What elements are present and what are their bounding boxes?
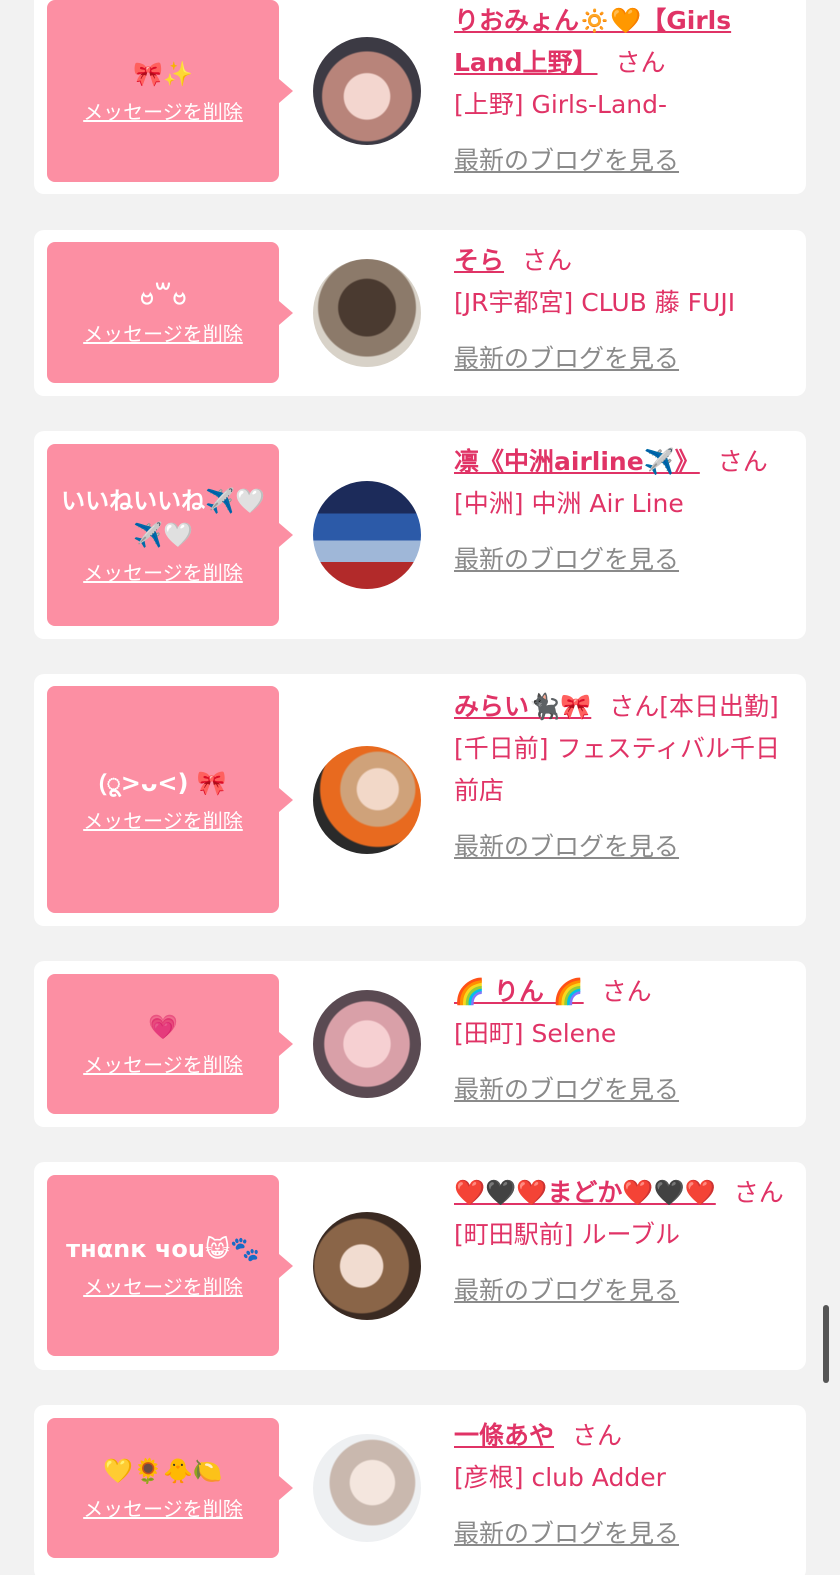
profile-info: みらい🐈‍⬛🎀 さん[本日出勤] [千日前] フェスティバル千日前店 最新のブログ… — [454, 686, 784, 868]
profile-info: 🌈 りん 🌈 さん [田町] Selene 最新のブログを見る — [454, 971, 784, 1111]
profile-info: 一條あや さん [彦根] club Adder 最新のブログを見る — [454, 1415, 784, 1555]
message-list: 🎀✨ メッセージを削除 りおみょん🔅🧡【Girls Land上野】 さん [上野]… — [0, 0, 840, 1575]
honorific: さん — [609, 692, 660, 721]
profile-name-link[interactable]: 凛《中洲airline✈️》 — [454, 447, 700, 476]
delete-message-link[interactable]: メッセージを削除 — [83, 808, 243, 834]
latest-blog-link[interactable]: 最新のブログを見る — [454, 140, 784, 182]
message-card: 💛🌻🐥🍋 メッセージを削除 一條あや さん [彦根] club Adder 最新の… — [34, 1405, 806, 1575]
message-card: тнαnк чou😸🐾 メッセージを削除 ❤️🖤❤️まどか❤️🖤❤️ さん [町田… — [34, 1162, 806, 1370]
delete-message-link[interactable]: メッセージを削除 — [83, 1052, 243, 1078]
honorific: さん — [601, 977, 652, 1006]
shop-label: [JR宇都宮] CLUB 藤 FUJI — [454, 288, 736, 317]
honorific: さん — [717, 447, 768, 476]
latest-blog-link[interactable]: 最新のブログを見る — [454, 1513, 784, 1555]
message-bubble: (ू>ᴗ<) 🎀 メッセージを削除 — [47, 686, 293, 913]
profile-name-link[interactable]: みらい🐈‍⬛🎀 — [454, 692, 591, 721]
latest-blog-link[interactable]: 最新のブログを見る — [454, 1270, 784, 1312]
shop-label: [田町] Selene — [454, 1019, 617, 1048]
honorific: さん — [615, 48, 666, 77]
message-text: いいねいいね✈️🤍✈️🤍 — [61, 487, 265, 549]
message-card: 🎀✨ メッセージを削除 りおみょん🔅🧡【Girls Land上野】 さん [上野]… — [34, 0, 806, 194]
latest-blog-link[interactable]: 最新のブログを見る — [454, 539, 784, 581]
message-card: 💗 メッセージを削除 🌈 りん 🌈 さん [田町] Selene 最新のブログを見… — [34, 961, 806, 1127]
message-bubble: 💛🌻🐥🍋 メッセージを削除 — [47, 1418, 293, 1558]
avatar[interactable] — [313, 481, 421, 589]
latest-blog-link[interactable]: 最新のブログを見る — [454, 338, 784, 380]
message-bubble: 🎀✨ メッセージを削除 — [47, 0, 293, 182]
profile-name-link[interactable]: 🌈 りん 🌈 — [454, 977, 584, 1006]
profile-info: りおみょん🔅🧡【Girls Land上野】 さん [上野] Girls-Land-… — [454, 0, 784, 182]
profile-info: そら さん [JR宇都宮] CLUB 藤 FUJI 最新のブログを見る — [454, 240, 784, 380]
avatar[interactable] — [313, 259, 421, 367]
status-suffix: [本日出勤] — [659, 692, 779, 721]
message-text: 🎀✨ — [133, 60, 193, 88]
shop-label: [上野] Girls-Land- — [454, 90, 668, 119]
shop-label: [中洲] 中洲 Air Line — [454, 489, 684, 518]
delete-message-link[interactable]: メッセージを削除 — [83, 1496, 243, 1522]
honorific: さん — [522, 246, 573, 275]
message-bubble: тнαnк чou😸🐾 メッセージを削除 — [47, 1175, 293, 1356]
honorific: さん — [572, 1421, 623, 1450]
latest-blog-link[interactable]: 最新のブログを見る — [454, 826, 784, 868]
latest-blog-link[interactable]: 最新のブログを見る — [454, 1069, 784, 1111]
delete-message-link[interactable]: メッセージを削除 — [83, 321, 243, 347]
message-text: (ू>ᴗ<) 🎀 — [99, 768, 227, 797]
message-text: 💛🌻🐥🍋 — [103, 1457, 223, 1485]
message-text: тнαnк чou😸🐾 — [66, 1234, 260, 1263]
honorific: さん — [733, 1178, 784, 1207]
shop-label: [町田駅前] ルーブル — [454, 1220, 680, 1249]
message-card: ဗ꒳ဗ メッセージを削除 そら さん [JR宇都宮] CLUB 藤 FUJI 最新… — [34, 230, 806, 396]
profile-name-link[interactable]: そら — [454, 246, 504, 275]
delete-message-link[interactable]: メッセージを削除 — [83, 1274, 243, 1300]
delete-message-link[interactable]: メッセージを削除 — [83, 560, 243, 586]
avatar[interactable] — [313, 37, 421, 145]
scrollbar[interactable] — [823, 1305, 829, 1383]
profile-name-link[interactable]: ❤️🖤❤️まどか❤️🖤❤️ — [454, 1178, 716, 1207]
avatar[interactable] — [313, 1212, 421, 1320]
avatar[interactable] — [313, 746, 421, 854]
message-bubble: 💗 メッセージを削除 — [47, 974, 293, 1114]
shop-label: [千日前] フェスティバル千日前店 — [454, 734, 780, 805]
profile-name-link[interactable]: りおみょん🔅🧡【Girls Land上野】 — [454, 6, 731, 77]
message-text: ဗ꒳ဗ — [139, 281, 187, 310]
shop-label: [彦根] club Adder — [454, 1463, 666, 1492]
profile-name-link[interactable]: 一條あや — [454, 1421, 554, 1450]
message-card: いいねいいね✈️🤍✈️🤍 メッセージを削除 凛《中洲airline✈️》 さん [… — [34, 431, 806, 639]
message-text: 💗 — [148, 1013, 178, 1041]
avatar[interactable] — [313, 990, 421, 1098]
profile-info: ❤️🖤❤️まどか❤️🖤❤️ さん [町田駅前] ルーブル 最新のブログを見る — [454, 1172, 784, 1312]
message-bubble: ဗ꒳ဗ メッセージを削除 — [47, 242, 293, 383]
delete-message-link[interactable]: メッセージを削除 — [83, 99, 243, 125]
profile-info: 凛《中洲airline✈️》 さん [中洲] 中洲 Air Line 最新のブログ… — [454, 441, 784, 581]
avatar[interactable] — [313, 1434, 421, 1542]
message-card: (ू>ᴗ<) 🎀 メッセージを削除 みらい🐈‍⬛🎀 さん[本日出勤] [千日前] … — [34, 674, 806, 926]
message-bubble: いいねいいね✈️🤍✈️🤍 メッセージを削除 — [47, 444, 293, 626]
